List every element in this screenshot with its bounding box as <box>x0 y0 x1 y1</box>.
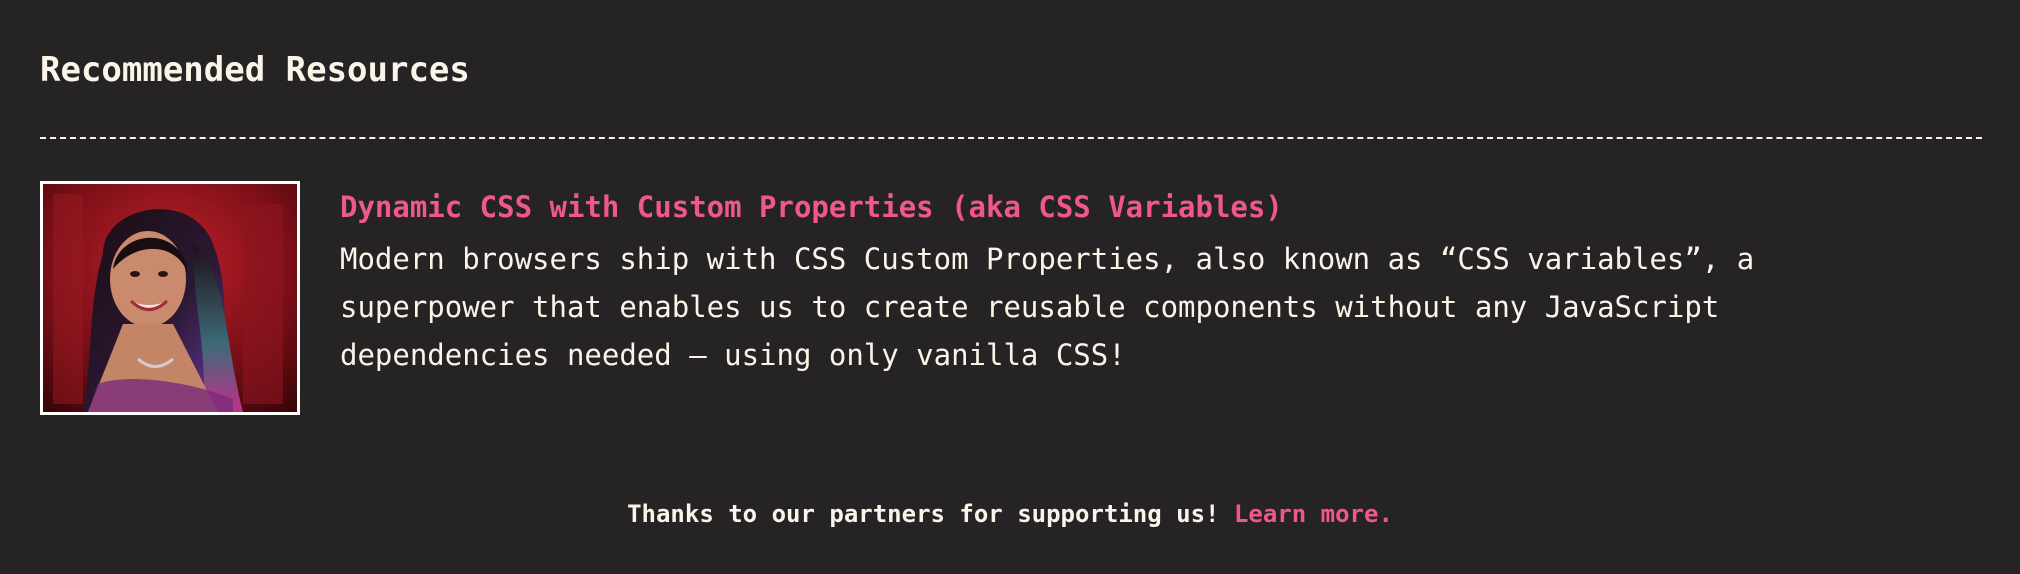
partners-text: Thanks to our partners for supporting us… <box>627 500 1220 528</box>
section-title: Recommended Resources <box>40 50 470 90</box>
resource-card: Dynamic CSS with Custom Properties (aka … <box>40 181 1980 415</box>
description-line: dependencies needed — using only vanilla… <box>340 338 1126 372</box>
description-line: superpower that enables us to create reu… <box>340 290 1720 324</box>
resource-description: Modern browsers ship with CSS Custom Pro… <box>340 235 1840 379</box>
learn-more-link[interactable]: Learn more. <box>1234 500 1393 528</box>
dashed-divider <box>40 137 1982 139</box>
description-line: Modern browsers ship with CSS Custom Pro… <box>340 242 1755 276</box>
partners-note: Thanks to our partners for supporting us… <box>0 494 2020 534</box>
author-photo[interactable] <box>40 181 300 415</box>
resource-title-link[interactable]: Dynamic CSS with Custom Properties (aka … <box>340 187 1283 227</box>
